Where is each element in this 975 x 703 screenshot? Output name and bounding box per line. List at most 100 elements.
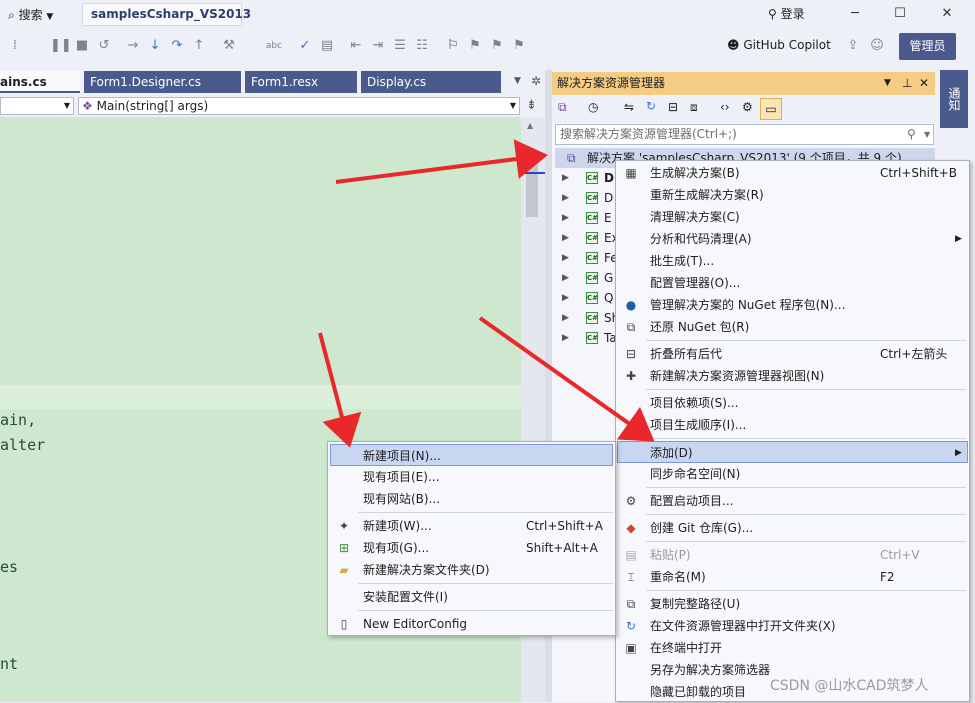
show-all-files-icon[interactable]: ⧈ (690, 100, 698, 115)
feedback-icon[interactable]: ☺ (868, 37, 886, 55)
minimize-button[interactable]: ─ (845, 4, 865, 24)
expand-icon[interactable]: ▶ (562, 248, 569, 268)
menu-item-batch-build[interactable]: 批生成(T)... (617, 250, 968, 272)
toolbar-icon[interactable]: ⁞ (6, 37, 24, 55)
menu-item-existing-project[interactable]: 现有项目(E)... (330, 466, 613, 488)
close-button[interactable]: ✕ (937, 4, 957, 24)
menu-item-new-item[interactable]: ✦ 新建项(W)... Ctrl+Shift+A (330, 515, 613, 537)
scroll-up-icon[interactable]: ▲ (527, 121, 533, 130)
menu-item-build-order[interactable]: 项目生成顺序(I)... (617, 414, 968, 436)
code-icon[interactable]: ‹› (720, 100, 730, 114)
tab-display-cs[interactable]: Display.cs (361, 71, 501, 93)
clear-bookmark-icon[interactable]: ⚑ (510, 37, 528, 55)
menu-item-rename[interactable]: ⌶ 重命名(M) F2 (617, 566, 968, 588)
menu-item-existing-website[interactable]: 现有网站(B)... (330, 488, 613, 510)
expand-icon[interactable]: ▶ (562, 268, 569, 288)
menu-item-copy-full-path[interactable]: ⧉ 复制完整路径(U) (617, 593, 968, 615)
menu-item-restore-nuget[interactable]: ⧉ 还原 NuGet 包(R) (617, 316, 968, 338)
tree-project[interactable]: ▶ C# Q (552, 288, 622, 308)
tab-form1-designer[interactable]: Form1.Designer.cs (84, 71, 241, 93)
member-combo[interactable]: ❖ Main(string[] args) ▼ (78, 97, 520, 115)
bookmark-toggle-icon[interactable]: ⚐ (444, 37, 462, 55)
expand-icon[interactable]: ▶ (562, 288, 569, 308)
menu-item-collapse-all[interactable]: ⊟ 折叠所有后代 Ctrl+左箭头 (617, 343, 968, 365)
menu-item-new-project[interactable]: 新建项目(N)... (330, 444, 613, 466)
outdent-icon[interactable]: ⇤ (347, 37, 365, 55)
tab-overflow-icon[interactable]: ▼ (514, 76, 521, 86)
menu-item-clean-solution[interactable]: 清理解决方案(C) (617, 206, 968, 228)
tree-project[interactable]: ▶ C# G (552, 268, 622, 288)
menu-item-config-manager[interactable]: 配置管理器(O)... (617, 272, 968, 294)
search-menu[interactable]: ⌕ 搜索 ▼ (8, 6, 53, 23)
sync-icon[interactable]: ⇋ (624, 100, 634, 114)
split-editor-icon[interactable]: ⇟ (526, 98, 537, 113)
bookmark-icon[interactable]: ⚒ (220, 37, 238, 55)
step-out-icon[interactable]: ↑ (190, 37, 208, 55)
github-copilot-button[interactable]: ☻ GitHub Copilot (727, 36, 831, 54)
expand-icon[interactable]: ▶ (562, 308, 569, 328)
restart-icon[interactable]: ↺ (95, 37, 113, 55)
chevron-down-icon[interactable]: ▼ (884, 72, 891, 95)
spellcheck-icon[interactable]: abc (265, 37, 283, 55)
tree-project[interactable]: ▶ C# Sh (552, 308, 622, 328)
expand-icon[interactable]: ▶ (562, 228, 569, 248)
step-arrow-icon[interactable]: → (124, 37, 142, 55)
tree-project[interactable]: ▶ C# Ta (552, 328, 622, 348)
menu-item-add[interactable]: 添加(D) ▶ (617, 441, 968, 463)
tree-project[interactable]: ▶ C# E (552, 208, 622, 228)
preview-icon[interactable]: ▭ (760, 98, 782, 120)
menu-item-create-git[interactable]: ◆ 创建 Git 仓库(G)... (617, 517, 968, 539)
menu-item-rebuild-solution[interactable]: 重新生成解决方案(R) (617, 184, 968, 206)
comment-icon[interactable]: ☰ (391, 37, 409, 55)
menu-item-install-config[interactable]: 安装配置文件(I) (330, 586, 613, 608)
menu-item-new-editorconfig[interactable]: ▯ New EditorConfig (330, 613, 613, 635)
expand-icon[interactable]: ▶ (562, 208, 569, 228)
menu-item-paste[interactable]: ▤ 粘贴(P) Ctrl+V (617, 544, 968, 566)
share-icon[interactable]: ⇪ (844, 37, 862, 55)
step-into-icon[interactable]: ↓ (146, 37, 164, 55)
menu-item-open-terminal[interactable]: ▣ 在终端中打开 (617, 637, 968, 659)
indent-icon[interactable]: ⇥ (369, 37, 387, 55)
uncomment-icon[interactable]: ☷ (413, 37, 431, 55)
format-icon[interactable]: ▤ (318, 37, 336, 55)
prev-bookmark-icon[interactable]: ⚑ (466, 37, 484, 55)
chevron-down-icon[interactable]: ▼ (924, 125, 930, 144)
tab-form1-resx[interactable]: Form1.resx (245, 71, 357, 93)
gear-icon[interactable]: ✲ (531, 74, 541, 88)
collapse-all-icon[interactable]: ⊟ (668, 100, 678, 114)
refresh-icon[interactable]: ↻ (646, 99, 656, 113)
tree-project[interactable]: ▶ C# Fe (552, 248, 622, 268)
history-icon[interactable]: ◷ (588, 100, 598, 114)
tab-main-cs[interactable]: ains.cs (0, 71, 80, 93)
tree-project[interactable]: ▶ C# D (552, 168, 622, 188)
tree-project[interactable]: ▶ C# Ex (552, 228, 622, 248)
menu-item-project-dependencies[interactable]: 项目依赖项(S)... (617, 392, 968, 414)
menu-item-analyze-cleanup[interactable]: 分析和代码清理(A) ▶ (617, 228, 968, 250)
menu-item-existing-item[interactable]: ⊞ 现有项(G)... Shift+Alt+A (330, 537, 613, 559)
menu-item-build-solution[interactable]: ▦ 生成解决方案(B) Ctrl+Shift+B (617, 162, 968, 184)
wrench-icon[interactable]: ⚙ (742, 100, 753, 114)
expand-icon[interactable]: ▶ (562, 188, 569, 208)
admin-button[interactable]: 管理员 (899, 33, 956, 60)
project-tab[interactable]: samplesCsharp_VS2013 (82, 3, 251, 26)
expand-icon[interactable]: ▶ (562, 168, 569, 188)
expand-icon[interactable]: ▶ (562, 328, 569, 348)
maximize-button[interactable]: ☐ (890, 4, 910, 24)
menu-item-startup-projects[interactable]: ⚙ 配置启动项目... (617, 490, 968, 512)
menu-item-manage-nuget[interactable]: ● 管理解决方案的 NuGet 程序包(N)... (617, 294, 968, 316)
menu-item-new-solution-folder[interactable]: ▰ 新建解决方案文件夹(D) (330, 559, 613, 581)
scroll-thumb[interactable] (526, 151, 538, 217)
step-over-icon[interactable]: ↷ (168, 37, 186, 55)
menu-item-new-view[interactable]: ✚ 新建解决方案资源管理器视图(N) (617, 365, 968, 387)
menu-item-open-in-explorer[interactable]: ↻ 在文件资源管理器中打开文件夹(X) (617, 615, 968, 637)
type-combo[interactable]: ▼ (0, 97, 74, 115)
next-bookmark-icon[interactable]: ⚑ (488, 37, 506, 55)
pin-icon[interactable]: ⊥ (902, 72, 912, 95)
close-icon[interactable]: ✕ (919, 72, 929, 95)
login-button[interactable]: ⚲ 登录 (768, 5, 805, 22)
pause-icon[interactable]: ❚❚ (50, 37, 72, 55)
vs-icon[interactable]: ⧉ (558, 100, 567, 115)
notifications-tab[interactable]: 通知 (940, 70, 968, 128)
check-icon[interactable]: ✓ (296, 37, 314, 55)
tree-project[interactable]: ▶ C# D (552, 188, 622, 208)
